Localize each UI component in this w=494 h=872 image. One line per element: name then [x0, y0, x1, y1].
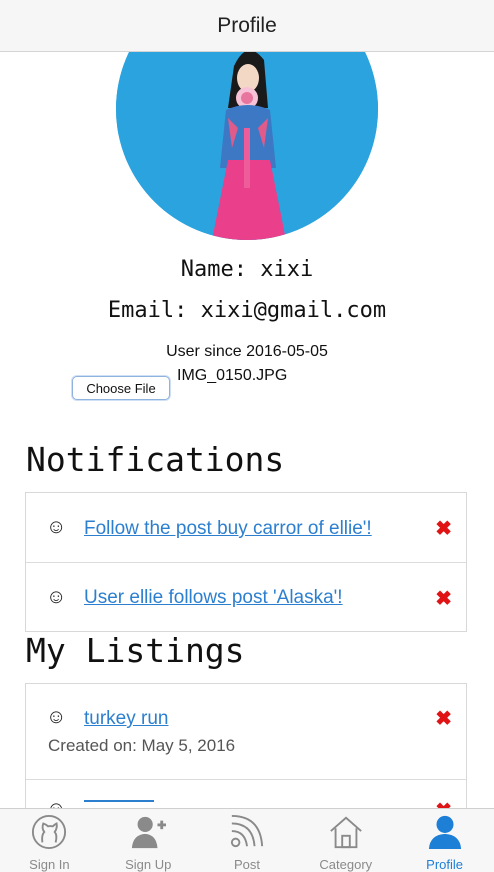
- smiley-icon: ☺: [46, 706, 67, 728]
- notification-link[interactable]: Follow the post buy carror of ellie'!: [84, 518, 372, 540]
- selected-file-name: IMG_0150.JPG: [177, 367, 288, 384]
- tab-label: Sign Up: [125, 857, 172, 872]
- profile-name: Name: xixi: [180, 257, 314, 282]
- delete-icon[interactable]: ✖: [435, 586, 452, 611]
- profile-email: Email: xixi@gmail.com: [107, 298, 387, 323]
- home-icon: [329, 816, 362, 849]
- tab-label: Profile: [426, 857, 464, 872]
- choose-file-button[interactable]: Choose File: [72, 376, 170, 400]
- notification-item: ☺ Follow the post buy carror of ellie'! …: [26, 493, 466, 563]
- tab-category[interactable]: Category: [296, 809, 395, 872]
- tab-label: Post: [233, 857, 260, 872]
- listing-item: ☺ turkey run ✖ Created on: May 5, 2016: [26, 684, 466, 780]
- listing-item: ☺ ✖: [26, 780, 466, 808]
- listing-link[interactable]: turkey run: [84, 708, 168, 730]
- tab-label: Category: [319, 857, 373, 872]
- tab-profile[interactable]: Profile: [395, 809, 494, 872]
- listings-heading: My Listings: [26, 631, 245, 670]
- notifications-list: ☺ Follow the post buy carror of ellie'! …: [25, 492, 467, 632]
- avatar: [116, 52, 378, 240]
- listing-link[interactable]: [84, 800, 154, 802]
- delete-icon[interactable]: ✖: [435, 516, 452, 541]
- tab-post[interactable]: Post: [198, 809, 297, 872]
- listings-list: ☺ turkey run ✖ Created on: May 5, 2016 ☺…: [25, 683, 467, 808]
- notification-item: ☺ User ellie follows post 'Alaska'! ✖: [26, 563, 466, 632]
- member-since: User since 2016-05-05: [166, 343, 328, 360]
- tab-sign-up[interactable]: Sign Up: [99, 809, 198, 872]
- tab-sign-in[interactable]: Sign In: [0, 809, 99, 872]
- smiley-icon: ☺: [46, 586, 67, 608]
- page-title: Profile: [217, 13, 277, 37]
- delete-icon[interactable]: ✖: [435, 798, 452, 808]
- notification-link[interactable]: User ellie follows post 'Alaska'!: [84, 587, 343, 609]
- smiley-icon: ☺: [46, 798, 66, 808]
- profile-content[interactable]: Name: xixi Email: xixi@gmail.com User si…: [0, 52, 494, 808]
- github-icon: [32, 814, 67, 850]
- nav-bar: Profile: [0, 0, 494, 52]
- tab-bar: Sign In Sign Up Post Category Profile: [0, 808, 494, 872]
- tab-label: Sign In: [29, 857, 70, 872]
- notifications-heading: Notifications: [26, 440, 285, 479]
- delete-icon[interactable]: ✖: [435, 706, 452, 731]
- rss-icon: [230, 814, 264, 848]
- smiley-icon: ☺: [46, 516, 67, 538]
- avatar-photo: [116, 52, 378, 240]
- listing-created-date: Created on: May 5, 2016: [48, 736, 236, 755]
- user-icon: [428, 815, 461, 850]
- add-user-icon: [132, 816, 167, 849]
